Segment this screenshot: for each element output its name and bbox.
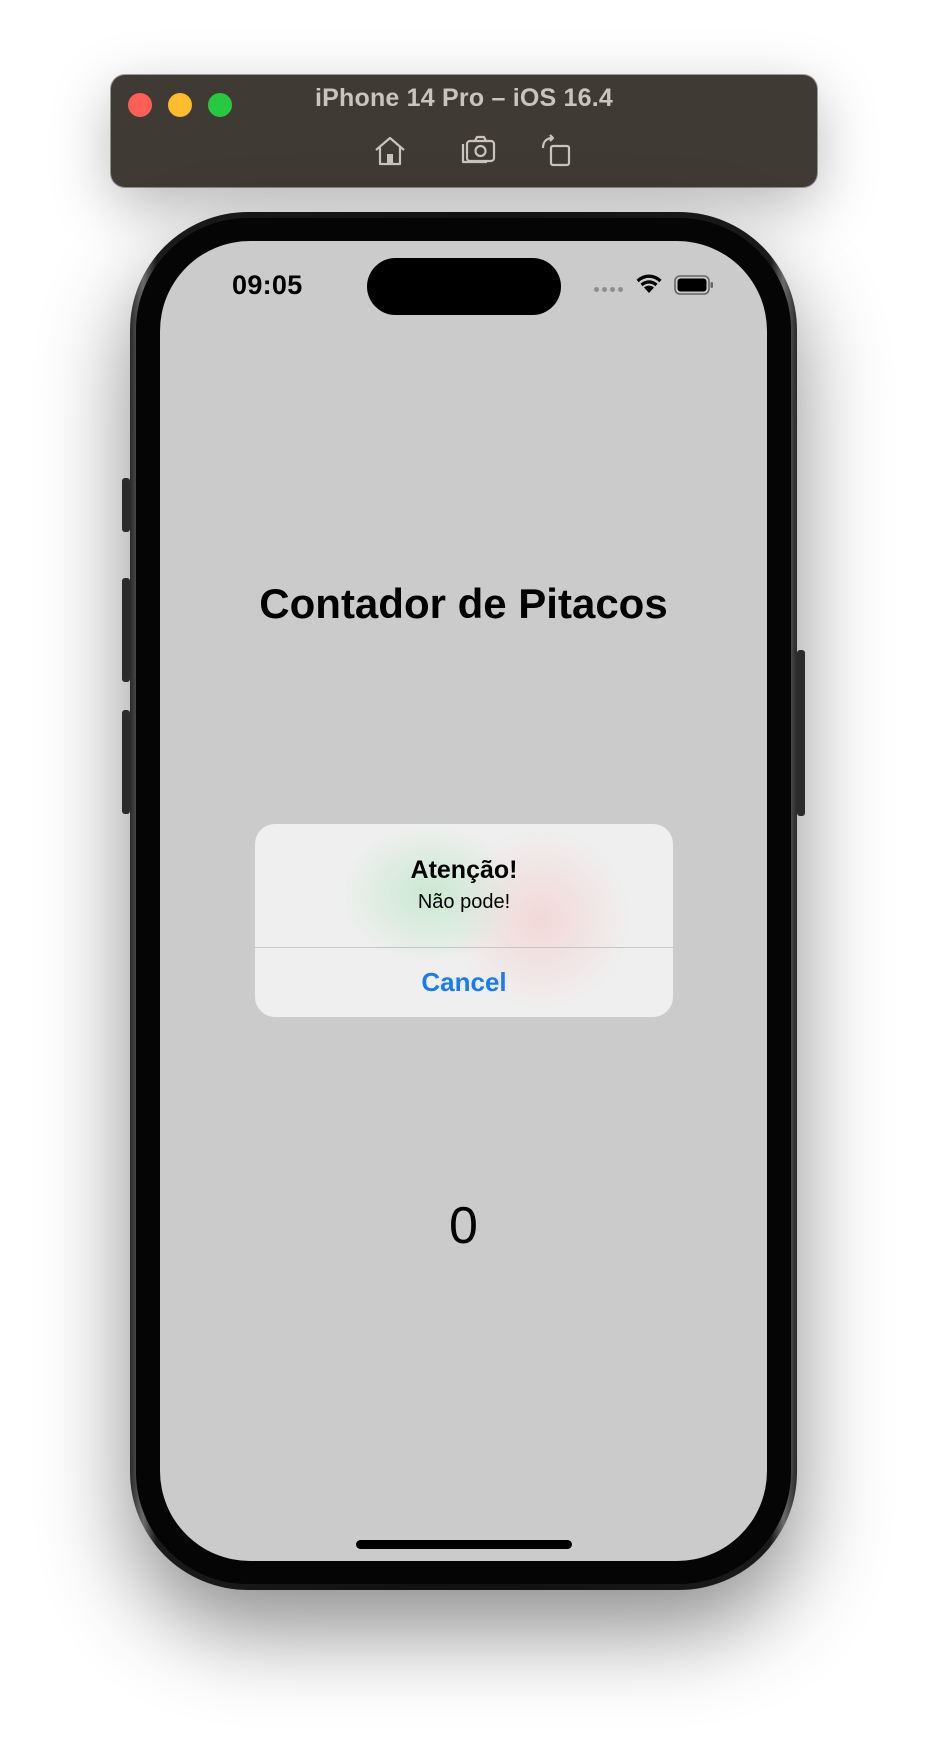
wifi-icon xyxy=(636,274,662,293)
counter-value: 0 xyxy=(449,1197,478,1255)
rotate-icon[interactable] xyxy=(539,134,575,168)
status-time: 09:05 xyxy=(232,270,303,300)
page-title: Contador de Pitacos xyxy=(259,580,668,627)
simulator-window: iPhone 14 Pro – iOS 16.4 09:05 Contador … xyxy=(0,0,928,1744)
home-indicator[interactable] xyxy=(356,1540,572,1549)
signal-icon xyxy=(594,287,626,293)
action-button[interactable] xyxy=(122,478,130,532)
cancel-button[interactable]: Cancel xyxy=(255,948,673,1017)
home-icon[interactable] xyxy=(372,134,408,168)
volume-down-button[interactable] xyxy=(122,710,130,814)
battery-icon xyxy=(674,275,713,295)
alert-dialog: Atenção! Não pode! Cancel xyxy=(255,824,673,1017)
power-button[interactable] xyxy=(797,650,805,816)
dynamic-island xyxy=(367,258,561,315)
simulator-title: iPhone 14 Pro – iOS 16.4 xyxy=(315,84,613,112)
alert-title: Atenção! xyxy=(410,856,518,884)
screenshot-icon[interactable] xyxy=(460,134,496,168)
alert-message: Não pode! xyxy=(417,891,511,913)
volume-up-button[interactable] xyxy=(122,578,130,682)
status-icons xyxy=(594,272,718,298)
